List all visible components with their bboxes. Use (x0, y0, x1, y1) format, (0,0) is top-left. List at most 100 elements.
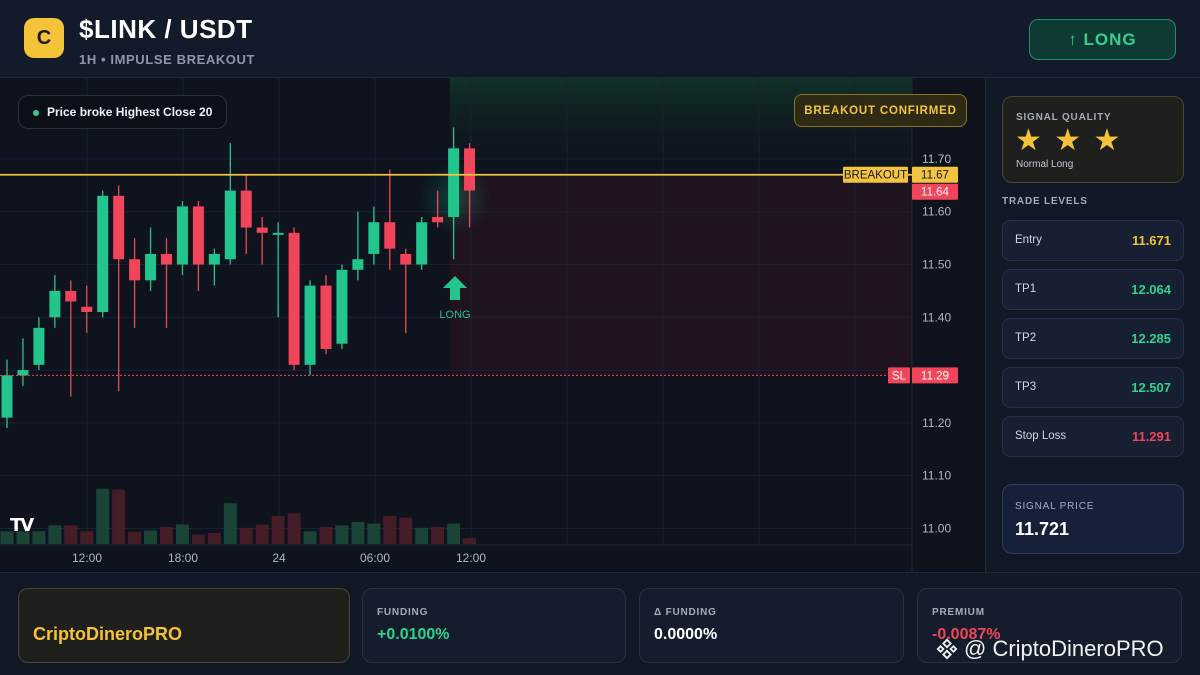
funding-label: FUNDING (377, 607, 429, 618)
candle-body (464, 148, 476, 191)
candle-body (33, 327, 45, 365)
y-tick-label: 11.60 (922, 205, 951, 219)
level-name: Entry (1015, 234, 1042, 246)
volume-bar (319, 527, 333, 544)
volume-bar (383, 515, 397, 544)
info-pill: Price broke Highest Close 20 (18, 95, 228, 129)
funding-value: +0.0100% (377, 626, 450, 643)
signal-quality-sub: Normal Long (1016, 159, 1074, 170)
volume-bar (191, 534, 205, 544)
y-tick-label: 11.10 (922, 469, 951, 483)
volume-bar (112, 489, 126, 544)
level-tp1: TP1 12.064 (1002, 269, 1184, 310)
star-rating-icon: ★ ★ ★ (1015, 124, 1123, 157)
brand-card: CriptoDineroPRO (18, 588, 350, 663)
price-chart[interactable]: LONG 11.70 11.60 11.50 11.40 11.20 11.10 11.00 1… (0, 78, 986, 572)
footer-bar: CriptoDineroPRO FUNDING +0.0100% Δ FUNDI… (0, 572, 1200, 675)
volume-bar (431, 527, 445, 544)
level-value: 11.671 (1131, 233, 1171, 248)
volume-bar (303, 531, 317, 544)
candle-body (81, 306, 93, 313)
y-tick-label: 11.50 (922, 258, 951, 272)
timeframe-subtitle: 1H • IMPULSE BREAKOUT (79, 52, 256, 67)
breakout-value-tag: 11.67 (921, 170, 949, 182)
long-button[interactable]: ↑ LONG (1029, 19, 1176, 60)
level-tp2: TP2 12.285 (1002, 318, 1184, 359)
candle-body (129, 259, 141, 281)
volume-bar (463, 538, 477, 544)
candle-body (17, 370, 29, 376)
y-tick-label: 11.20 (922, 416, 951, 430)
candle-body (400, 253, 412, 265)
x-tick-label: 12:00 (72, 551, 102, 565)
x-tick-label: 24 (272, 551, 286, 565)
stop-loss-zone (450, 174, 912, 376)
candle-body (288, 232, 300, 365)
coin-logo: C (24, 18, 64, 58)
delta-funding-label: Δ FUNDING (654, 607, 717, 618)
candle-body (1, 375, 13, 418)
level-name: TP2 (1015, 332, 1037, 344)
volume-bar (175, 524, 189, 544)
signal-quality-label: SIGNAL QUALITY (1016, 112, 1112, 123)
volume-bar (351, 521, 365, 544)
candle-body (240, 190, 252, 228)
level-entry: Entry 11.671 (1002, 220, 1184, 261)
y-tick-label: 11.40 (922, 310, 951, 324)
candle-body (432, 216, 444, 223)
candle-body (320, 285, 332, 349)
sl-value-tag: 11.29 (921, 370, 949, 382)
delta-funding-value: 0.0000% (654, 626, 718, 643)
volume-bar (32, 531, 46, 544)
info-pill-text: Price broke Highest Close 20 (47, 105, 213, 119)
header: C $LINK / USDT 1H • IMPULSE BREAKOUT ↑ L… (0, 0, 1200, 78)
y-tick-label: 11.70 (922, 152, 951, 166)
signal-price-value: 11.721 (1015, 519, 1070, 539)
level-name: TP1 (1015, 283, 1037, 295)
funding-card: FUNDING +0.0100% (362, 588, 626, 663)
brand-name: CriptoDineroPRO (33, 624, 183, 644)
breakout-confirmed-badge: BREAKOUT CONFIRMED (794, 94, 967, 127)
delta-funding-card: Δ FUNDING 0.0000% (639, 588, 904, 663)
candle-body (256, 227, 268, 233)
tradingview-logo-icon: TV (10, 515, 34, 536)
volume-bar (64, 525, 78, 544)
candle-body (224, 190, 236, 260)
candle-body (384, 222, 396, 249)
volume-bar (207, 532, 221, 544)
level-value: 11.291 (1131, 429, 1171, 444)
watermark-text: @ CriptoDineroPRO (964, 636, 1164, 661)
candle-body (448, 148, 460, 217)
volume-bar (48, 525, 62, 544)
volume-bar (399, 517, 413, 544)
candle-body (368, 222, 380, 254)
signal-panel: SIGNAL QUALITY ★ ★ ★ Normal Long TRADE L… (987, 78, 1200, 572)
candle-body (145, 253, 157, 281)
candle-body (97, 195, 109, 313)
chart-canvas: LONG 11.70 11.60 11.50 11.40 11.20 11.10 11.00 1… (0, 78, 958, 572)
app-root: C $LINK / USDT 1H • IMPULSE BREAKOUT ↑ L… (0, 0, 1200, 675)
candle-body (352, 259, 364, 270)
volume-bar (128, 532, 142, 544)
level-name: TP3 (1015, 381, 1037, 393)
level-value: 12.507 (1131, 380, 1171, 395)
candle-body (161, 253, 172, 265)
volume-bar (271, 515, 285, 544)
watermark: @ CriptoDineroPRO (936, 636, 1164, 662)
candle-body (416, 222, 428, 265)
candle-body (65, 290, 77, 302)
sl-tag: SL (892, 370, 907, 382)
volume-bar (367, 523, 381, 544)
volume-bar (415, 527, 429, 544)
volume-bar (80, 531, 94, 544)
pair-title: $LINK / USDT (79, 14, 253, 44)
volume-bar (255, 524, 269, 544)
trade-levels-title: TRADE LEVELS (1002, 196, 1088, 207)
signal-price-card: SIGNAL PRICE 11.721 (1002, 484, 1184, 554)
signal-quality-card: SIGNAL QUALITY ★ ★ ★ Normal Long (1002, 96, 1184, 183)
volume-bar (335, 525, 349, 544)
level-value: 12.064 (1131, 282, 1171, 297)
level-name: Stop Loss (1015, 430, 1067, 442)
candle-body (304, 285, 316, 365)
last-price-tag: 11.64 (921, 187, 950, 199)
